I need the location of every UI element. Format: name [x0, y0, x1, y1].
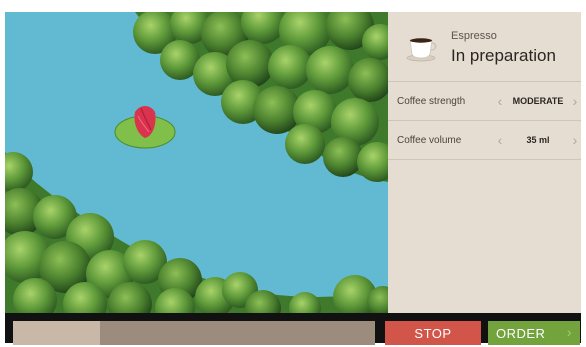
chevron-right-icon[interactable]: ›: [568, 92, 582, 110]
product-header: Espresso In preparation: [388, 12, 581, 82]
chevron-left-icon[interactable]: ‹: [493, 92, 507, 110]
progress-fill: [13, 321, 100, 345]
setting-coffee-strength: Coffee strength ‹ MODERATE ›: [388, 83, 581, 121]
setting-label: Coffee volume: [397, 135, 462, 146]
setting-coffee-volume: Coffee volume ‹ 35 ml ›: [388, 122, 581, 160]
order-button[interactable]: ORDER ›: [488, 321, 580, 345]
stop-button[interactable]: STOP: [385, 321, 481, 345]
bottom-bar: STOP ORDER ›: [5, 313, 581, 345]
coffee-machine-screen: Espresso In preparation Coffee strength …: [5, 12, 581, 345]
aerial-river-image: [5, 12, 388, 313]
chevron-right-icon[interactable]: ›: [568, 131, 582, 149]
preparation-progress-bar: [13, 321, 375, 345]
setting-label: Coffee strength: [397, 96, 466, 107]
preparation-status: In preparation: [451, 46, 556, 65]
chevron-right-icon: ›: [566, 324, 572, 340]
info-panel: Espresso In preparation Coffee strength …: [388, 12, 581, 313]
espresso-cup-icon: [406, 38, 437, 62]
product-name: Espresso: [451, 30, 497, 42]
chevron-left-icon[interactable]: ‹: [493, 131, 507, 149]
setting-value: 35 ml: [526, 135, 550, 145]
order-button-label: ORDER: [496, 325, 546, 341]
setting-value: MODERATE: [512, 96, 564, 106]
